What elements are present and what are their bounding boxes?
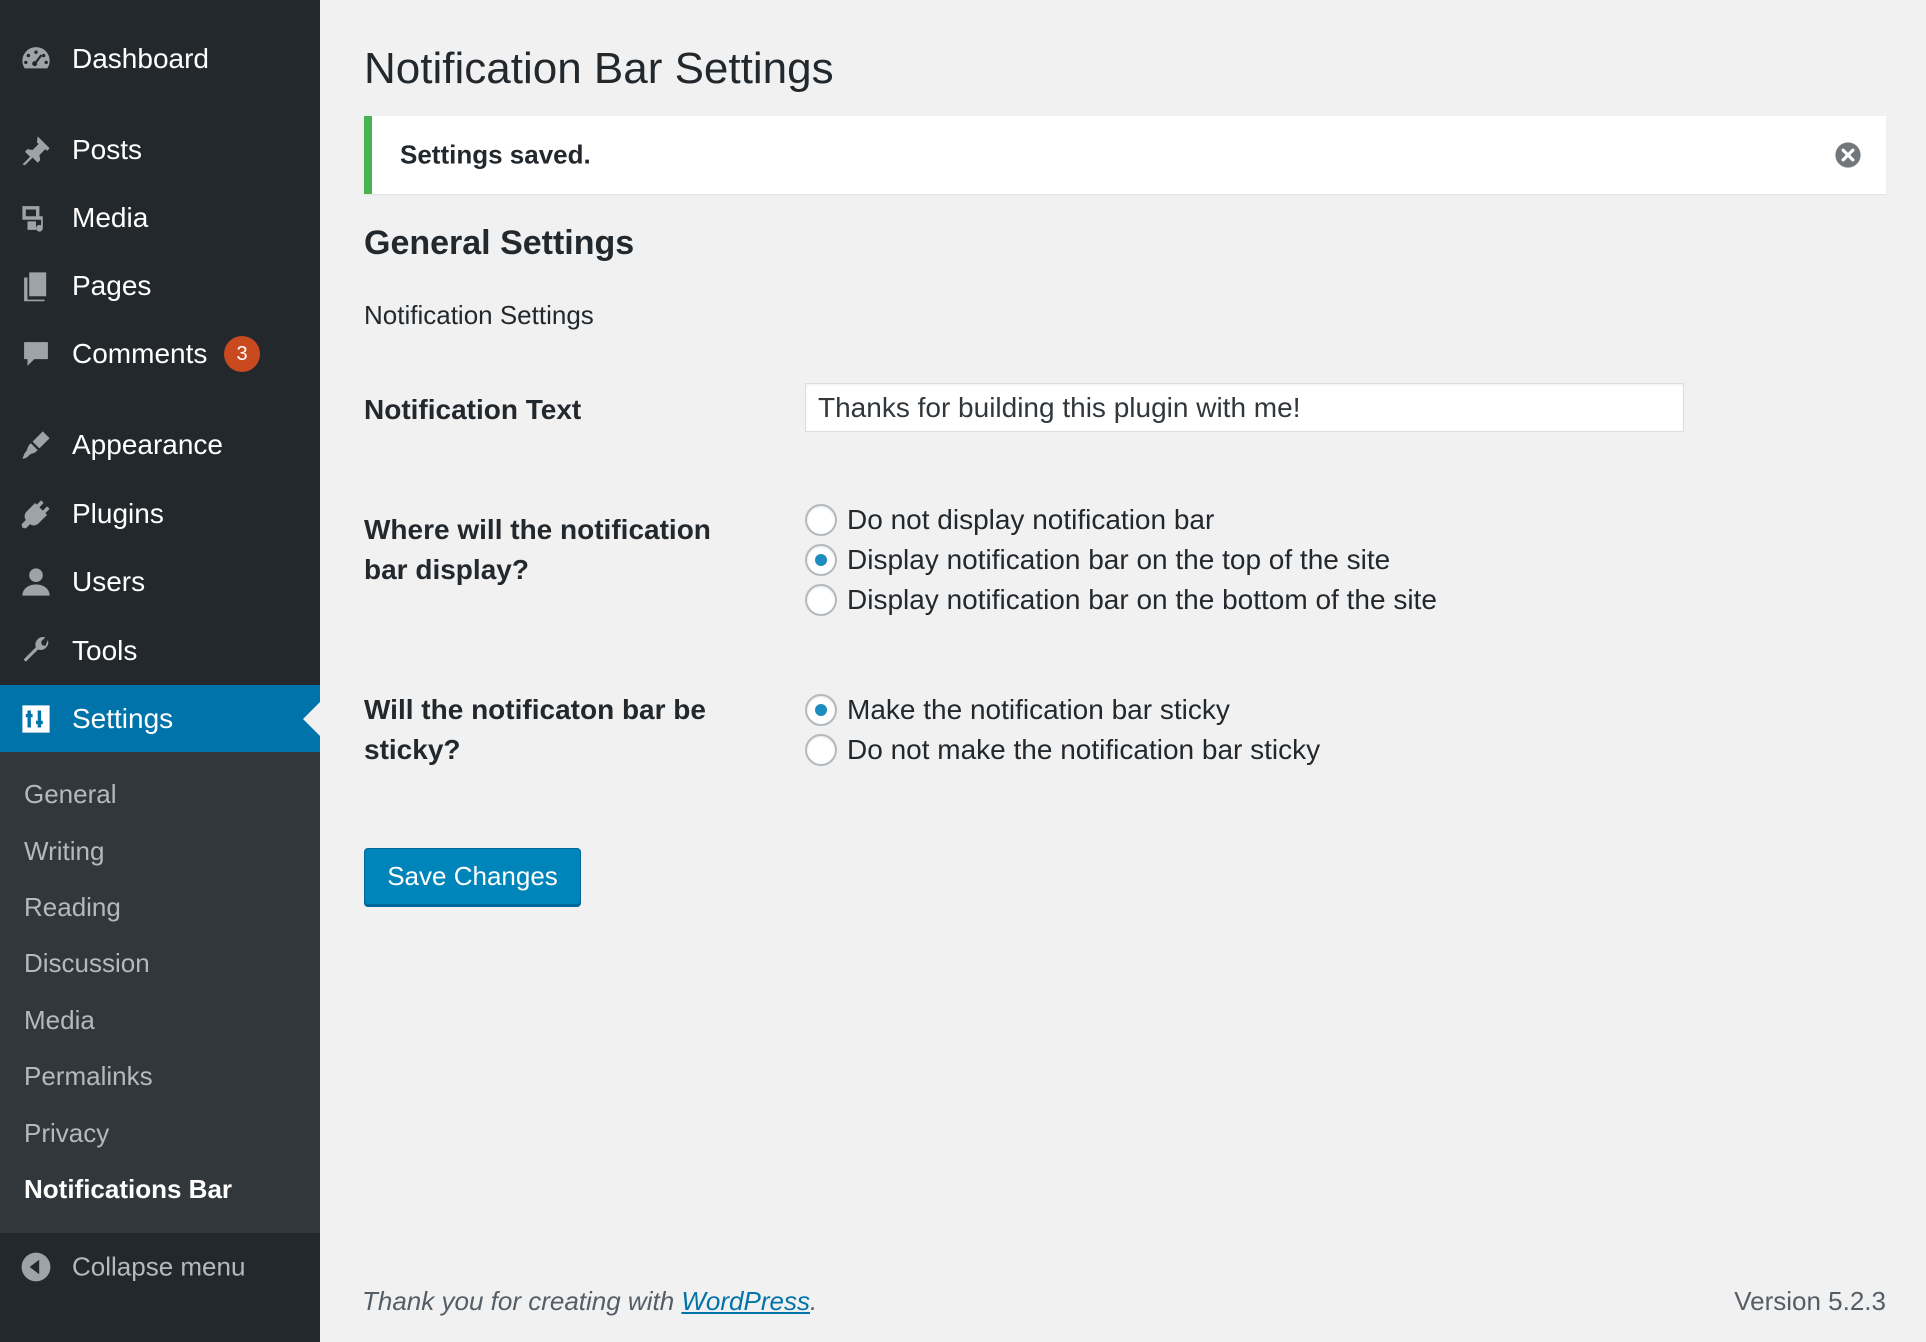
section-description: Notification Settings — [364, 300, 594, 330]
notification-text-label: Notification Text — [364, 394, 582, 425]
radio-label-not-sticky: Do not make the notification bar sticky — [847, 734, 1321, 765]
submenu-item-general[interactable]: General — [24, 779, 117, 810]
menu-item-plugins[interactable]: Plugins — [0, 480, 320, 548]
submenu-item-reading[interactable]: Reading — [24, 892, 121, 923]
display-location-label: Where will the notification bar display? — [364, 510, 711, 590]
radio-label-no-display: Do not display notification bar — [847, 504, 1215, 535]
radio-no-display[interactable] — [805, 504, 837, 536]
radio-option-display-bottom[interactable]: Display notification bar on the bottom o… — [805, 580, 1437, 620]
plug-icon — [18, 496, 54, 532]
section-title: General Settings — [364, 224, 635, 262]
radio-option-no-display[interactable]: Do not display notification bar — [805, 500, 1214, 540]
footer-thanks-suffix: . — [809, 1286, 818, 1316]
active-menu-arrow — [303, 702, 320, 736]
menu-label-posts: Posts — [72, 134, 143, 165]
menu-label-comments: Comments — [72, 338, 208, 369]
submenu-item-discussion[interactable]: Discussion — [24, 948, 150, 979]
radio-display-bottom[interactable] — [805, 584, 837, 616]
settings-saved-notice: Settings saved. — [364, 116, 1886, 194]
menu-item-comments[interactable]: Comments 3 — [0, 320, 320, 388]
notification-text-input[interactable] — [805, 383, 1684, 432]
radio-option-sticky[interactable]: Make the notification bar sticky — [805, 690, 1230, 730]
pages-icon — [18, 268, 54, 304]
main-content: Notification Bar Settings Settings saved… — [320, 0, 1926, 1342]
menu-item-tools[interactable]: Tools — [0, 617, 320, 685]
sticky-label-line1: Will the notificaton bar be — [364, 694, 706, 725]
menu-item-settings[interactable]: Settings — [0, 685, 320, 753]
save-changes-button[interactable]: Save Changes — [364, 848, 581, 905]
media-icon — [18, 200, 54, 236]
radio-option-not-sticky[interactable]: Do not make the notification bar sticky — [805, 730, 1320, 770]
radio-label-display-top: Display notification bar on the top of t… — [847, 544, 1391, 575]
menu-item-users[interactable]: Users — [0, 548, 320, 616]
menu-label-users: Users — [72, 566, 146, 597]
settings-submenu: General Writing Reading Discussion Media… — [0, 752, 320, 1233]
footer-thanks-prefix: Thank you for creating with — [362, 1286, 682, 1316]
dismiss-notice-icon[interactable] — [1834, 141, 1862, 169]
comment-icon — [18, 336, 54, 372]
submenu-item-media[interactable]: Media — [24, 1005, 95, 1036]
collapse-arrow-icon — [20, 1251, 52, 1283]
menu-item-pages[interactable]: Pages — [0, 252, 320, 320]
radio-display-top[interactable] — [805, 544, 837, 576]
comments-count-badge: 3 — [224, 336, 260, 372]
notice-text: Settings saved. — [400, 139, 591, 170]
menu-label-plugins: Plugins — [72, 498, 164, 529]
radio-not-sticky[interactable] — [805, 734, 837, 766]
collapse-menu-button[interactable]: Collapse menu — [0, 1233, 320, 1301]
settings-icon — [18, 701, 54, 737]
page-title: Notification Bar Settings — [364, 44, 834, 93]
radio-label-sticky: Make the notification bar sticky — [847, 694, 1230, 725]
display-location-label-line1: Where will the notification — [364, 514, 711, 545]
menu-label-pages: Pages — [72, 270, 152, 301]
menu-item-dashboard[interactable]: Dashboard — [0, 25, 320, 93]
submenu-item-notifications-bar[interactable]: Notifications Bar — [24, 1174, 232, 1205]
footer-version: Version 5.2.3 — [1734, 1286, 1886, 1316]
menu-label-appearance: Appearance — [72, 429, 224, 460]
radio-option-display-top[interactable]: Display notification bar on the top of t… — [805, 540, 1390, 580]
sticky-label: Will the notificaton bar be sticky? — [364, 690, 706, 770]
submenu-item-privacy[interactable]: Privacy — [24, 1118, 109, 1149]
menu-item-posts[interactable]: Posts — [0, 116, 320, 184]
radio-sticky[interactable] — [805, 694, 837, 726]
pin-icon — [18, 132, 54, 168]
radio-label-display-bottom: Display notification bar on the bottom o… — [847, 584, 1437, 615]
menu-label-tools: Tools — [72, 635, 138, 666]
admin-sidebar: Dashboard Posts Media Pages Comments 3 A… — [0, 0, 320, 1342]
collapse-menu-label: Collapse menu — [72, 1251, 246, 1282]
brush-icon — [18, 427, 54, 463]
menu-label-media: Media — [72, 202, 149, 233]
submenu-item-permalinks[interactable]: Permalinks — [24, 1061, 153, 1092]
submenu-item-writing[interactable]: Writing — [24, 836, 104, 867]
menu-item-appearance[interactable]: Appearance — [0, 411, 320, 479]
menu-item-media[interactable]: Media — [0, 184, 320, 252]
dashboard-icon — [18, 41, 54, 77]
footer-thanks: Thank you for creating with WordPress. — [362, 1286, 817, 1317]
menu-label-dashboard: Dashboard — [72, 43, 209, 74]
display-location-label-line2: bar display? — [364, 554, 529, 585]
wrench-icon — [18, 633, 54, 669]
menu-label-settings: Settings — [72, 703, 174, 734]
user-icon — [18, 564, 54, 600]
sticky-label-line2: sticky? — [364, 734, 461, 765]
wordpress-link[interactable]: WordPress — [681, 1286, 810, 1316]
